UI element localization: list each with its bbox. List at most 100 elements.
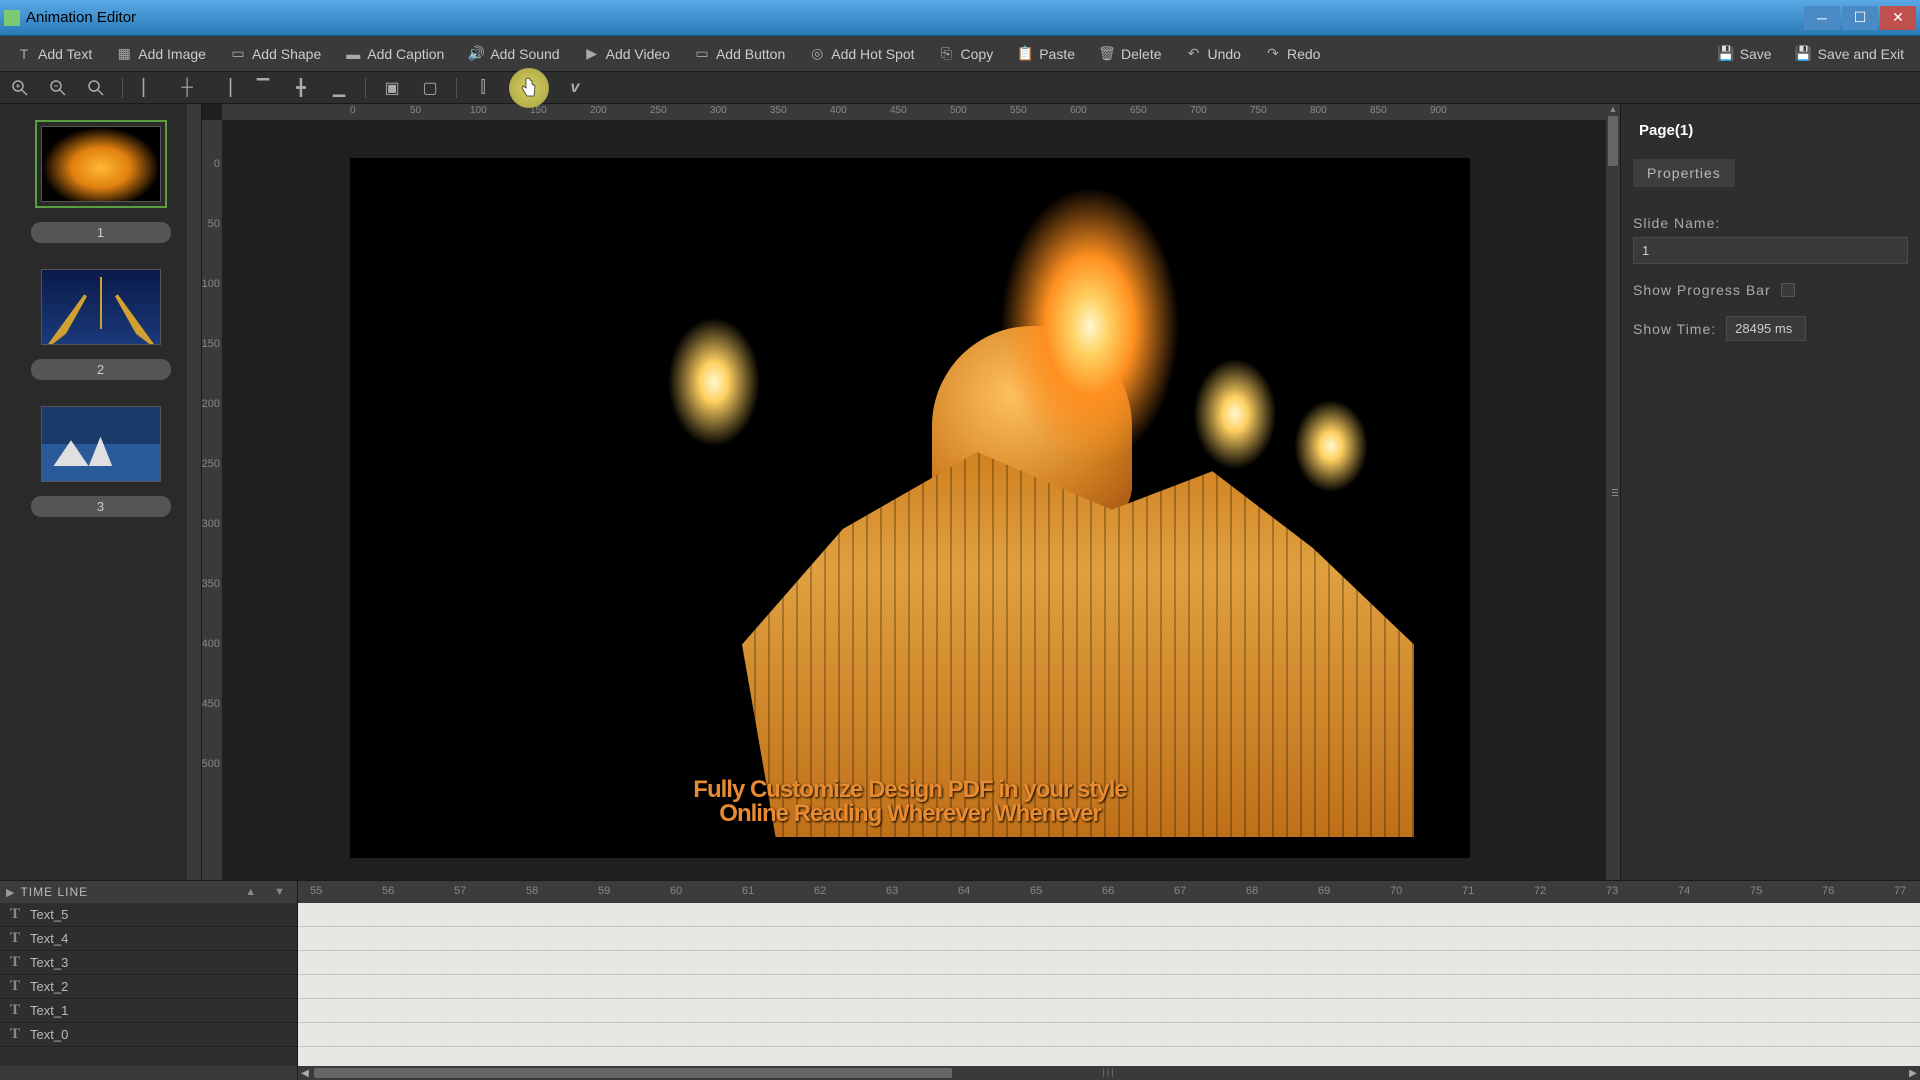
track-label[interactable]: TText_3 [0, 951, 297, 975]
canvas-content[interactable]: Fully Customize Design PDF in your style… [350, 158, 1470, 858]
timeline-grip[interactable]: ||| [1102, 1067, 1115, 1077]
slide-item-2[interactable]: 2 [0, 253, 201, 390]
align-left-button[interactable]: ▏ [137, 76, 161, 100]
slide-item-3[interactable]: 3 [0, 390, 201, 527]
timeline-expand-toggle[interactable]: ▶ [6, 886, 14, 899]
ruler-h-tick: 100 [470, 105, 487, 116]
ruler-h-tick: 600 [1070, 105, 1087, 116]
add-caption-label: Add Caption [367, 46, 444, 62]
canvas-viewport[interactable]: Fully Customize Design PDF in your style… [222, 120, 1606, 880]
close-button[interactable]: ✕ [1880, 6, 1916, 30]
zoom-fit-icon [88, 80, 104, 96]
text-overlay[interactable]: Fully Customize Design PDF in your style… [693, 776, 1126, 828]
undo-button[interactable]: ↶Undo [1176, 42, 1251, 66]
timeline-track-row[interactable] [298, 999, 1920, 1023]
save-label: Save [1740, 46, 1772, 62]
add-caption-button[interactable]: ▬ Add Caption [335, 42, 454, 66]
paste-button[interactable]: 📋Paste [1007, 42, 1085, 66]
add-video-button[interactable]: ▶Add Video [574, 42, 680, 66]
highlighted-tool-button[interactable] [509, 68, 549, 108]
slide-thumbnail [41, 269, 161, 345]
app-icon [4, 10, 20, 26]
slide-item-1[interactable]: 1 [0, 104, 201, 253]
align-center-v-button[interactable]: ╋ [289, 76, 313, 100]
properties-tab[interactable]: Properties [1633, 159, 1735, 187]
timeline-tracks[interactable] [298, 903, 1920, 1066]
separator [456, 78, 457, 98]
vimeo-button[interactable]: v [563, 76, 587, 100]
timeline-track-row[interactable] [298, 903, 1920, 927]
ruler-v-tick: 500 [202, 758, 220, 770]
timeline-up-button[interactable]: ▲ [239, 886, 262, 898]
timeline-scroll-right[interactable]: ▶ [1906, 1066, 1920, 1080]
ruler-h-tick: 200 [590, 105, 607, 116]
distribute-h-button[interactable]: ⫿ [471, 76, 495, 100]
align-right-button[interactable]: ▕ [213, 76, 237, 100]
save-exit-button[interactable]: 💾Save and Exit [1786, 42, 1914, 66]
timeline-horizontal-scrollbar[interactable]: ||| [312, 1066, 1906, 1080]
slide-number: 1 [31, 222, 171, 243]
add-image-label: Add Image [138, 46, 206, 62]
track-label[interactable]: TText_4 [0, 927, 297, 951]
align-bottom-button[interactable]: ▁ [327, 76, 351, 100]
copy-button[interactable]: ⎘Copy [929, 42, 1004, 66]
zoom-in-button[interactable] [8, 76, 32, 100]
ruler-h-tick: 900 [1430, 105, 1447, 116]
show-time-value[interactable]: 28495 ms [1726, 316, 1806, 341]
background-image: Fully Customize Design PDF in your style… [350, 158, 1470, 858]
add-text-button[interactable]: TAdd Text [6, 42, 102, 66]
slide-name-input[interactable] [1633, 237, 1908, 264]
timeline-tick: 56 [382, 885, 394, 897]
image-icon: ▦ [116, 46, 132, 62]
timeline-track-row[interactable] [298, 1023, 1920, 1047]
timeline-tick: 71 [1462, 885, 1474, 897]
minimize-button[interactable]: ─ [1804, 6, 1840, 30]
timeline-tick: 69 [1318, 885, 1330, 897]
zoom-out-button[interactable] [46, 76, 70, 100]
hand-cursor-icon [519, 76, 539, 100]
maximize-button[interactable]: ☐ [1842, 6, 1878, 30]
ruler-v-tick: 50 [208, 218, 220, 230]
panel-resize-handle[interactable] [1610, 477, 1620, 507]
add-hotspot-button[interactable]: ◎Add Hot Spot [799, 42, 924, 66]
delete-button[interactable]: 🗑Delete [1089, 42, 1171, 66]
align-top-button[interactable]: ▔ [251, 76, 275, 100]
ruler-v-tick: 150 [202, 338, 220, 350]
add-shape-label: Add Shape [252, 46, 321, 62]
ruler-h-tick: 300 [710, 105, 727, 116]
timeline-scroll-left[interactable]: ◀ [298, 1066, 312, 1080]
caption-icon: ▬ [345, 46, 361, 62]
timeline-tick: 60 [670, 885, 682, 897]
timeline-down-button[interactable]: ▼ [268, 886, 291, 898]
timeline-tick: 72 [1534, 885, 1546, 897]
timeline-tick: 70 [1390, 885, 1402, 897]
timeline-tick: 75 [1750, 885, 1762, 897]
add-shape-button[interactable]: ▭Add Shape [220, 42, 331, 66]
timeline-track-row[interactable] [298, 927, 1920, 951]
add-button-button[interactable]: ▭Add Button [684, 42, 795, 66]
align-center-h-button[interactable]: ┼ [175, 76, 199, 100]
track-label[interactable]: TText_5 [0, 903, 297, 927]
add-image-button[interactable]: ▦ Add Image [106, 42, 216, 66]
track-name: Text_2 [30, 979, 68, 994]
timeline-track-row[interactable] [298, 975, 1920, 999]
timeline-track-row[interactable] [298, 951, 1920, 975]
zoom-fit-button[interactable] [84, 76, 108, 100]
delete-label: Delete [1121, 46, 1161, 62]
track-name: Text_3 [30, 955, 68, 970]
slide-thumbnail [41, 406, 161, 482]
show-progress-checkbox[interactable] [1781, 283, 1795, 297]
add-sound-button[interactable]: 🔊Add Sound [458, 42, 569, 66]
timeline-tick: 68 [1246, 885, 1258, 897]
send-backward-button[interactable]: ▢ [418, 76, 442, 100]
ruler-h-tick: 500 [950, 105, 967, 116]
track-label[interactable]: TText_1 [0, 999, 297, 1023]
save-button[interactable]: 💾Save [1708, 42, 1782, 66]
track-label[interactable]: TText_0 [0, 1023, 297, 1047]
timeline-tick: 59 [598, 885, 610, 897]
redo-button[interactable]: ↷Redo [1255, 42, 1330, 66]
slide-panel-scrollbar[interactable] [187, 104, 201, 880]
timeline-tick: 58 [526, 885, 538, 897]
bring-forward-button[interactable]: ▣ [380, 76, 404, 100]
track-label[interactable]: TText_2 [0, 975, 297, 999]
